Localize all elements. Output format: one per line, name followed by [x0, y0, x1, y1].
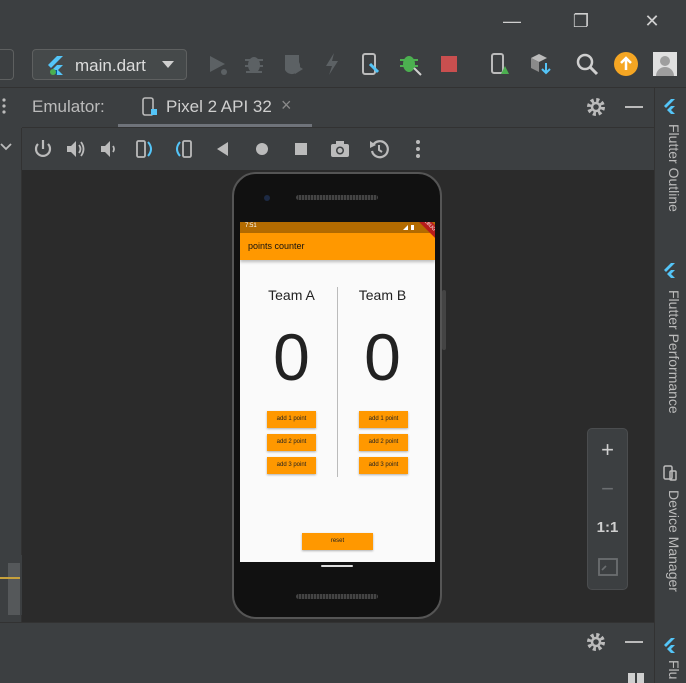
gear-icon[interactable] — [585, 96, 607, 118]
app-title: points counter — [248, 241, 305, 251]
run-configuration-label: main.dart — [75, 56, 146, 75]
device-manager-icon[interactable] — [486, 50, 514, 78]
search-icon[interactable] — [573, 50, 601, 78]
rotate-right-icon[interactable] — [172, 138, 194, 160]
maximize-button[interactable]: ❐ — [566, 8, 596, 34]
left-partial-control[interactable] — [0, 49, 14, 80]
device-manager-tab-icon — [663, 465, 677, 481]
hot-restart-icon[interactable] — [356, 50, 384, 78]
home-gesture-pill[interactable] — [321, 565, 353, 567]
reset-button[interactable]: reset — [302, 533, 373, 550]
team-a-score: 0 — [273, 320, 310, 394]
status-time: 7:51 — [245, 223, 257, 229]
more-vertical-icon[interactable] — [0, 96, 10, 116]
tab-label: Pixel 2 API 32 — [166, 97, 272, 116]
flutter-icon — [664, 638, 675, 653]
home-icon[interactable] — [251, 138, 273, 160]
team-a-add-1-button[interactable]: add 1 point — [267, 411, 316, 428]
team-b-add-1-button[interactable]: add 1 point — [359, 411, 408, 428]
avatar[interactable] — [651, 50, 679, 78]
stop-icon[interactable] — [435, 50, 463, 78]
more-vertical-icon[interactable] — [407, 138, 429, 160]
sdk-manager-icon[interactable] — [525, 50, 553, 78]
flutter-inspector-icon[interactable] — [396, 50, 424, 78]
speaker-grille-bottom — [296, 594, 378, 599]
rotate-left-icon[interactable] — [134, 138, 156, 160]
hot-reload-icon[interactable] — [318, 50, 346, 78]
volume-up-icon[interactable] — [65, 138, 87, 160]
team-b-add-2-button[interactable]: add 2 point — [359, 434, 408, 451]
run-icon[interactable] — [203, 50, 231, 78]
left-tool-strip — [0, 128, 22, 622]
tab-flutter-inspector[interactable]: Flu — [658, 660, 682, 683]
zoom-actual-size-button[interactable]: 1:1 — [587, 509, 628, 547]
close-window-button[interactable]: ✕ — [637, 8, 667, 34]
team-b-name: Team B — [358, 287, 407, 303]
speaker-grille-top — [296, 195, 378, 200]
hide-panel-button[interactable] — [625, 106, 643, 108]
flutter-icon — [48, 56, 63, 75]
tab-flutter-performance[interactable]: Flutter Performance — [658, 290, 682, 435]
layout-icon[interactable] — [627, 672, 645, 683]
debug-icon[interactable] — [240, 50, 268, 78]
power-icon[interactable] — [32, 138, 54, 160]
emulator-header — [22, 88, 654, 128]
chevron-down-icon[interactable] — [0, 141, 12, 153]
emulator-title: Emulator: — [32, 97, 105, 116]
active-tab-indicator — [118, 124, 312, 127]
zoom-out-button[interactable]: − — [587, 470, 628, 508]
bottom-panel-header — [0, 622, 654, 662]
profile-icon[interactable] — [279, 50, 307, 78]
team-a-add-3-button[interactable]: add 3 point — [267, 457, 316, 474]
flutter-icon — [664, 99, 675, 114]
minimize-button[interactable]: — — [497, 8, 527, 34]
team-b-score: 0 — [364, 320, 401, 394]
run-configuration-select[interactable]: main.dart — [32, 49, 187, 80]
tab-close-button[interactable]: × — [281, 95, 292, 116]
app-bar: points counter — [240, 233, 435, 260]
team-b-add-3-button[interactable]: add 3 point — [359, 457, 408, 474]
zoom-in-button[interactable]: + — [587, 431, 628, 469]
gear-icon[interactable] — [585, 631, 607, 653]
update-icon[interactable] — [612, 50, 640, 78]
phone-screen[interactable]: 7:51 points counter DEBUG Team A 0 Team … — [240, 222, 435, 562]
device-icon — [142, 97, 157, 116]
screenshot-icon[interactable] — [329, 138, 351, 160]
chevron-down-icon — [162, 61, 174, 68]
camera-icon — [264, 195, 270, 201]
bottom-panel — [0, 662, 654, 683]
snapshot-restore-icon[interactable] — [368, 138, 390, 160]
overview-icon[interactable] — [290, 138, 312, 160]
flutter-icon — [664, 263, 675, 278]
hide-bottom-panel-button[interactable] — [625, 641, 643, 643]
back-icon[interactable] — [212, 138, 234, 160]
fit-screen-icon[interactable] — [597, 557, 619, 577]
phone-side-button — [442, 290, 446, 350]
tab-device-manager[interactable]: Device Manager — [658, 490, 682, 605]
team-a-name: Team A — [268, 287, 315, 303]
team-a-add-2-button[interactable]: add 2 point — [267, 434, 316, 451]
volume-down-icon[interactable] — [98, 138, 120, 160]
left-resize-handle[interactable] — [0, 555, 22, 615]
tab-flutter-outline[interactable]: Flutter Outline — [658, 124, 682, 234]
signal-icons — [403, 225, 414, 230]
status-bar: 7:51 — [240, 222, 435, 233]
